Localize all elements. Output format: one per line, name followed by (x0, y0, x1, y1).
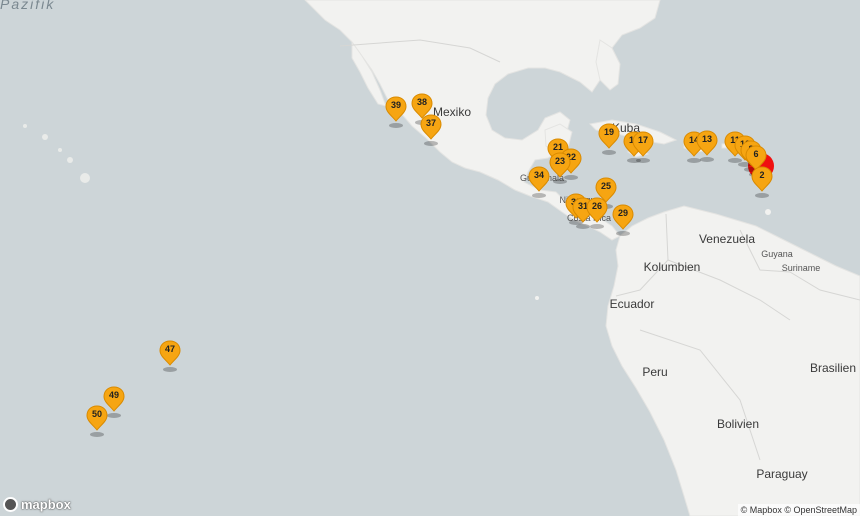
marker-shadow (107, 413, 121, 418)
map-attribution[interactable]: © Mapbox © OpenStreetMap (737, 504, 860, 516)
marker-shadow (700, 157, 714, 162)
basemap (23, 0, 860, 516)
marker-number: 37 (425, 118, 436, 128)
marker-shadow (616, 231, 630, 236)
marker-number: 25 (600, 181, 611, 191)
map-canvas[interactable]: Pazifik MexikoKubaGuatemalaNicaraguaCost… (0, 0, 860, 516)
map-marker[interactable]: 13 (696, 130, 718, 162)
mapbox-logo[interactable]: mapbox (3, 497, 71, 512)
marker-number: 39 (390, 100, 401, 110)
map-marker[interactable]: 17 (632, 131, 654, 163)
marker-shadow (590, 224, 604, 229)
marker-number: 29 (617, 208, 628, 218)
marker-shadow (389, 123, 403, 128)
marker-shadow (553, 179, 567, 184)
map-marker[interactable]: 26 (586, 197, 608, 229)
marker-number: 17 (637, 135, 648, 145)
map-marker[interactable]: 23 (549, 152, 571, 184)
map-marker[interactable]: 34 (528, 166, 550, 198)
marker-number: 6 (753, 149, 759, 159)
marker-number: 50 (91, 409, 102, 419)
marker-number: 47 (164, 344, 175, 354)
map-marker[interactable]: 2 (751, 166, 773, 198)
marker-shadow (532, 193, 546, 198)
marker-number: 2 (759, 170, 765, 180)
marker-number: 23 (554, 156, 565, 166)
marker-shadow (636, 158, 650, 163)
marker-number: 34 (533, 170, 544, 180)
marker-number: 13 (701, 134, 712, 144)
landmass-south-america (605, 205, 860, 516)
island-trinidad (765, 209, 771, 215)
marker-number: 38 (416, 97, 427, 107)
marker-shadow (602, 150, 616, 155)
map-marker[interactable]: 50 (86, 405, 108, 437)
marker-shadow (163, 367, 177, 372)
map-marker[interactable]: 39 (385, 96, 407, 128)
map-marker[interactable]: 47 (159, 340, 181, 372)
islands-pacific (23, 124, 90, 183)
marker-shadow (424, 141, 438, 146)
landmass-florida (595, 39, 621, 91)
marker-number: 19 (603, 127, 614, 137)
marker-shadow (90, 432, 104, 437)
map-marker[interactable]: 29 (612, 204, 634, 236)
island-galapagos (535, 296, 539, 300)
mapbox-logo-icon (3, 497, 18, 512)
marker-number: 26 (591, 201, 602, 211)
mapbox-logo-text: mapbox (21, 497, 71, 512)
map-marker[interactable]: 19 (598, 123, 620, 155)
marker-shadow (755, 193, 769, 198)
marker-number: 49 (108, 390, 119, 400)
map-marker[interactable]: 37 (420, 114, 442, 146)
